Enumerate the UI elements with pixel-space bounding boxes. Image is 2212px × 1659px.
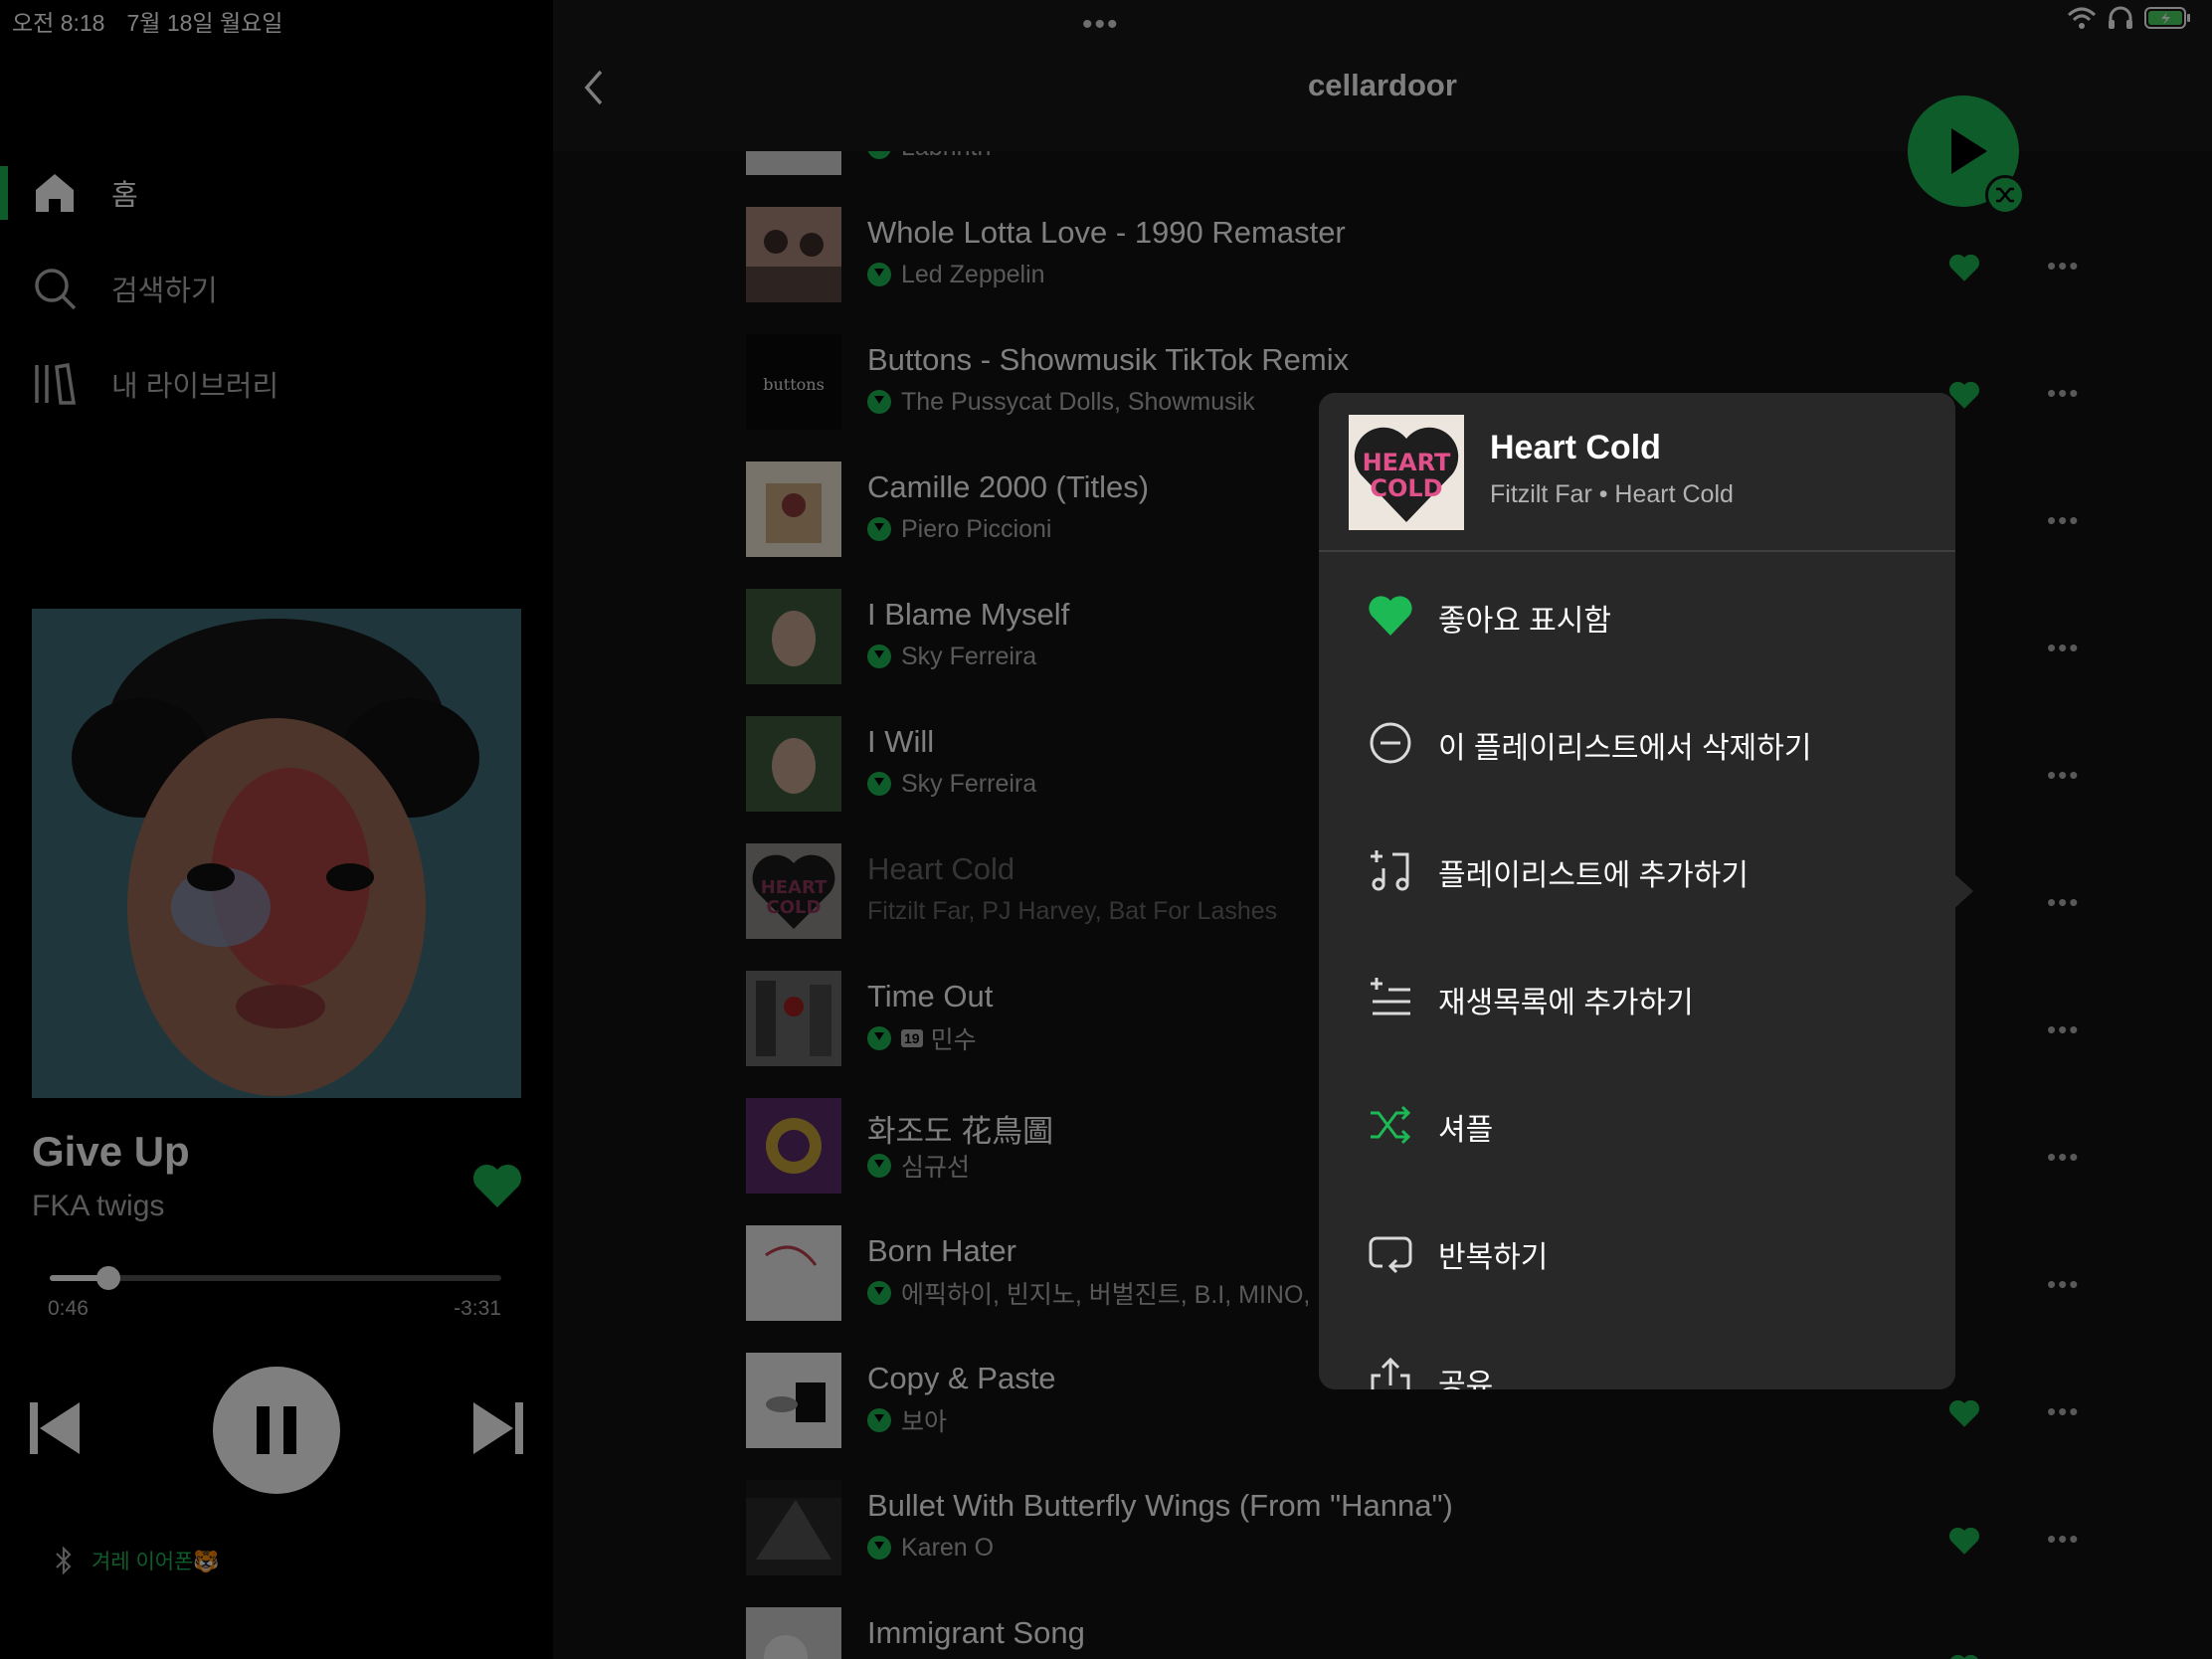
- svg-text:COLD: COLD: [1370, 474, 1442, 502]
- menu-track-title: Heart Cold: [1490, 429, 1661, 466]
- shuffle-icon: [1371, 1105, 1411, 1145]
- menu-item-label: 재생목록에 추가하기: [1438, 987, 1694, 1019]
- menu-item-label: 공유: [1438, 1369, 1494, 1389]
- menu-item-share[interactable]: 공유: [1319, 1316, 1955, 1389]
- menu-item-label: 플레이리스트에 추가하기: [1438, 859, 1749, 892]
- heart-filled-icon: [1369, 596, 1412, 636]
- menu-track-subtitle: Fitzilt Far • Heart Cold: [1490, 480, 1734, 508]
- menu-item-remove-from-playlist[interactable]: 이 플레이리스트에서 삭제하기: [1319, 679, 1955, 807]
- track-context-menu: HEART COLD Heart Cold Fitzilt Far • Hear…: [1319, 393, 1955, 1389]
- menu-item-label: 반복하기: [1438, 1241, 1549, 1274]
- menu-item-liked[interactable]: 좋아요 표시함: [1319, 552, 1955, 679]
- menu-item-label: 이 플레이리스트에서 삭제하기: [1438, 732, 1812, 765]
- menu-item-shuffle[interactable]: 셔플: [1319, 1061, 1955, 1189]
- menu-item-label: 셔플: [1438, 1114, 1494, 1147]
- minus-circle-icon: [1370, 722, 1411, 764]
- menu-item-add-to-playlist[interactable]: 플레이리스트에 추가하기: [1319, 807, 1955, 934]
- add-to-queue-icon: [1371, 978, 1410, 1015]
- repeat-icon: [1369, 1236, 1412, 1274]
- share-icon: [1371, 1357, 1410, 1389]
- menu-header: HEART COLD Heart Cold Fitzilt Far • Hear…: [1319, 393, 1955, 552]
- menu-item-repeat[interactable]: 반복하기: [1319, 1189, 1955, 1316]
- menu-item-add-to-queue[interactable]: 재생목록에 추가하기: [1319, 934, 1955, 1061]
- menu-item-label: 좋아요 표시함: [1438, 605, 1611, 638]
- add-to-playlist-icon: [1371, 850, 1409, 891]
- menu-track-artwork: HEART COLD: [1349, 415, 1464, 530]
- svg-text:HEART: HEART: [1363, 449, 1451, 476]
